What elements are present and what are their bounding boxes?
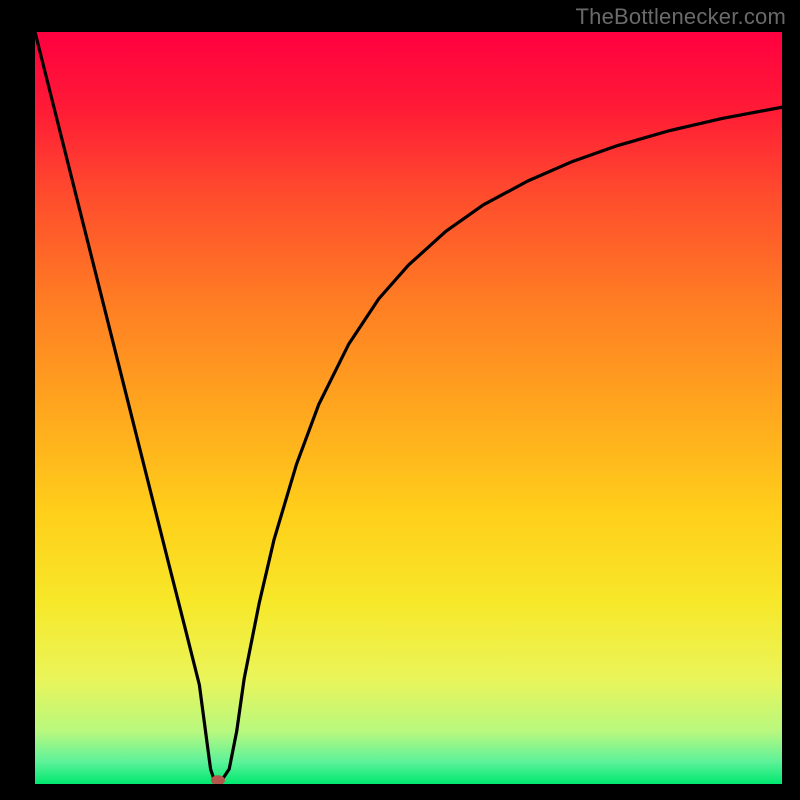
attribution-text: TheBottlenecker.com <box>576 4 786 30</box>
bottleneck-chart <box>0 0 800 800</box>
optimum-marker <box>211 775 225 785</box>
plot-background-gradient <box>35 32 782 784</box>
